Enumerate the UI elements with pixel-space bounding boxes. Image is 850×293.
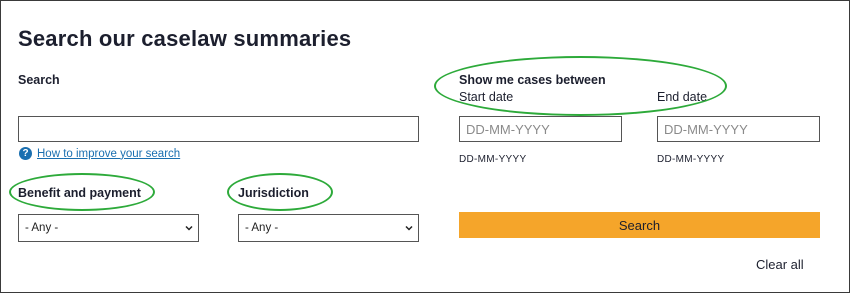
benefit-select[interactable]: - Any -	[18, 214, 199, 242]
benefit-label: Benefit and payment	[18, 186, 141, 200]
clear-all-link[interactable]: Clear all	[756, 257, 804, 272]
chevron-down-icon	[405, 225, 413, 231]
help-row: ? How to improve your search	[19, 147, 180, 160]
jurisdiction-select-value: - Any -	[245, 222, 279, 234]
improve-search-link[interactable]: How to improve your search	[37, 148, 180, 160]
start-date-input[interactable]	[459, 116, 622, 142]
date-range-heading: Show me cases between	[459, 73, 606, 87]
jurisdiction-label: Jurisdiction	[238, 186, 309, 200]
jurisdiction-select[interactable]: - Any -	[238, 214, 419, 242]
chevron-down-icon	[185, 225, 193, 231]
start-date-format-hint: DD-MM-YYYY	[459, 154, 527, 165]
end-date-input[interactable]	[657, 116, 820, 142]
search-label: Search	[18, 73, 60, 87]
question-circle-icon: ?	[19, 147, 32, 160]
search-input[interactable]	[18, 116, 419, 142]
end-date-format-hint: DD-MM-YYYY	[657, 154, 725, 165]
benefit-select-value: - Any -	[25, 222, 59, 234]
start-date-label: Start date	[459, 90, 514, 104]
page-title: Search our caselaw summaries	[18, 26, 352, 51]
search-panel: Search our caselaw summaries Search ? Ho…	[0, 0, 850, 293]
search-button[interactable]: Search	[459, 212, 820, 238]
end-date-label: End date	[657, 90, 708, 104]
